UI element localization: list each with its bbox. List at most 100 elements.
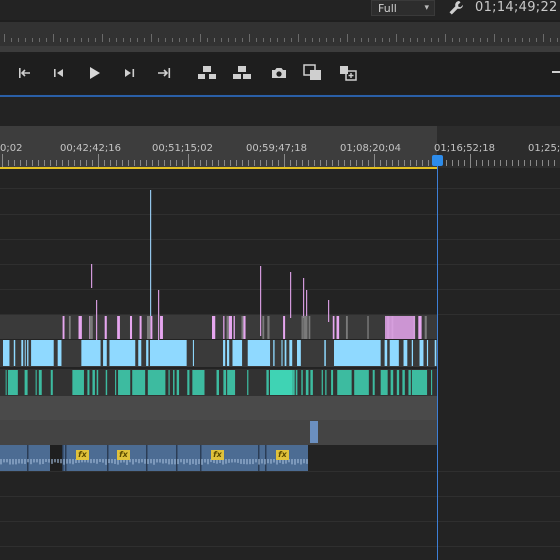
ruler-tick xyxy=(291,38,292,42)
wrench-icon[interactable] xyxy=(448,0,466,16)
ruler-tick xyxy=(60,38,61,42)
audio-clip xyxy=(247,370,249,395)
ruler-tick xyxy=(458,160,459,166)
audio-clip xyxy=(266,370,269,395)
audio-wave xyxy=(267,459,269,464)
clip-fragment[interactable] xyxy=(310,421,318,443)
graphic-clip xyxy=(228,316,232,339)
timeline-clips[interactable] xyxy=(0,180,440,480)
audio-wave xyxy=(138,459,140,464)
ruler-tick xyxy=(333,38,334,42)
audio-wave xyxy=(177,459,179,465)
audio-clip xyxy=(118,370,131,395)
graphic-clip xyxy=(418,316,422,339)
ruler-tick xyxy=(4,34,5,42)
ruler-tick xyxy=(422,160,423,166)
ruler-label: 0;02 xyxy=(0,143,23,154)
clip-edge xyxy=(27,445,29,471)
ruler-tick xyxy=(193,38,194,42)
overwrite-button[interactable] xyxy=(302,62,324,84)
insert-button[interactable] xyxy=(337,62,359,84)
audio-wave xyxy=(102,459,104,463)
ruler-tick xyxy=(68,160,69,166)
ruler-tick xyxy=(11,38,12,42)
ruler-tick xyxy=(284,154,285,168)
playhead-handle[interactable] xyxy=(432,155,443,166)
mark-out-button[interactable] xyxy=(153,62,175,84)
playback-resolution-value: Full xyxy=(378,2,397,15)
audio-wave xyxy=(273,459,275,463)
video-clip xyxy=(109,340,136,366)
graphic-clip xyxy=(262,316,265,339)
video-clip xyxy=(324,340,326,366)
ruler-tick xyxy=(445,34,446,42)
ruler-tick xyxy=(278,160,279,166)
ruler-tick xyxy=(320,160,321,166)
video-clip xyxy=(138,340,142,366)
audio-wave xyxy=(3,459,5,463)
ruler-label: 00;42;42;16 xyxy=(60,143,122,154)
ruler-tick xyxy=(266,160,267,166)
audio-wave xyxy=(171,459,173,465)
ruler-tick xyxy=(326,160,327,166)
ruler-tick xyxy=(410,160,411,166)
ruler-tick xyxy=(554,160,555,166)
audio-clip xyxy=(305,370,309,395)
ruler-tick xyxy=(86,160,87,166)
monitor-zoom-bar[interactable] xyxy=(0,46,560,52)
ruler-tick xyxy=(417,38,418,42)
play-button[interactable] xyxy=(83,62,105,84)
export-frame-button[interactable] xyxy=(268,62,290,84)
audio-wave xyxy=(114,459,116,464)
audio-clip xyxy=(408,370,411,395)
graphic-clip xyxy=(233,316,235,339)
audio-wave xyxy=(12,459,14,465)
audio-clip xyxy=(176,370,180,395)
audio-wave xyxy=(48,459,50,463)
ruler-tick xyxy=(249,34,250,42)
ruler-tick xyxy=(158,160,159,166)
lift-button[interactable] xyxy=(196,62,218,84)
audio-wave xyxy=(237,459,239,463)
audio-wave xyxy=(132,459,134,465)
ruler-tick xyxy=(480,38,481,42)
ruler-tick xyxy=(165,38,166,42)
playhead-timecode[interactable]: 01;14;49;22 xyxy=(475,0,558,15)
audio-clip xyxy=(321,370,323,395)
audio-clip xyxy=(325,370,327,395)
audio-wave xyxy=(66,459,68,464)
ruler-tick xyxy=(522,38,523,42)
ruler-label: 01;16;52;18 xyxy=(434,143,496,154)
audio-clip xyxy=(92,370,95,395)
work-area-bar[interactable] xyxy=(0,167,437,169)
extract-button[interactable] xyxy=(231,62,253,84)
ruler-tick xyxy=(256,38,257,42)
ruler-tick xyxy=(424,38,425,42)
ruler-tick xyxy=(164,160,165,166)
ruler-tick xyxy=(290,160,291,166)
ruler-tick xyxy=(8,160,9,166)
audio-wave xyxy=(96,459,98,464)
monitor-time-ruler[interactable] xyxy=(0,22,560,46)
ruler-tick xyxy=(214,38,215,42)
audio-wave xyxy=(60,459,62,464)
ruler-tick xyxy=(476,160,477,166)
step-back-button[interactable] xyxy=(48,62,70,84)
graphic-clip xyxy=(150,316,153,339)
ruler-tick xyxy=(361,38,362,42)
panel-menu-icon[interactable] xyxy=(552,71,560,73)
playback-resolution-select[interactable]: Full ▾ xyxy=(371,0,435,16)
ruler-tick xyxy=(158,38,159,42)
fx-badge: fx xyxy=(276,450,289,460)
audio-wave xyxy=(243,459,245,465)
audio-wave xyxy=(63,459,65,465)
ruler-tick xyxy=(340,38,341,42)
ruler-tick xyxy=(235,38,236,42)
audio-clip xyxy=(216,370,219,395)
ruler-tick xyxy=(464,160,465,166)
mark-in-button[interactable] xyxy=(14,62,36,84)
audio-wave xyxy=(135,459,137,463)
ruler-tick xyxy=(374,154,375,168)
step-forward-button[interactable] xyxy=(118,62,140,84)
playhead-line xyxy=(437,160,438,560)
